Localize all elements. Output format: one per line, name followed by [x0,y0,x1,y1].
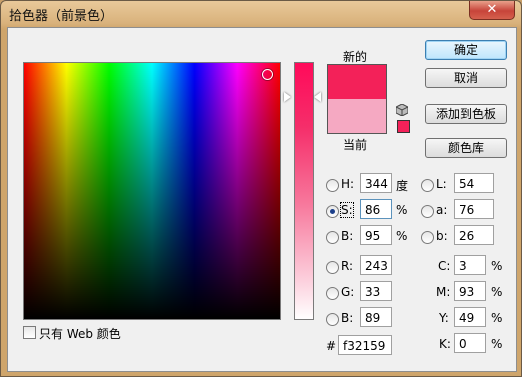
color-libraries-button[interactable]: 颜色库 [425,138,507,158]
red-label: R: [341,259,354,273]
dialog-body: 新的 当前 确定 取消 添加到色板 颜色库 H: 344 度 S: 86 % B… [7,27,517,372]
blue-input[interactable]: 89 [360,307,392,327]
magenta-unit: % [491,285,503,299]
color-field-gradient[interactable] [24,63,280,319]
saturation-input[interactable]: 86 [360,199,392,219]
add-to-swatches-button[interactable]: 添加到色板 [425,104,507,124]
black-unit: % [491,337,503,351]
hue-label: H: [341,177,355,191]
hex-input[interactable]: f32159 [338,335,392,355]
current-color-label: 当前 [343,138,368,152]
lab-b-radio[interactable] [421,231,434,244]
yellow-label: Y: [439,311,449,325]
lab-l-input[interactable]: 54 [454,173,494,193]
hex-label: # [326,339,337,353]
close-button[interactable]: ✕ [469,1,515,20]
color-slider[interactable] [294,62,314,320]
green-input[interactable]: 33 [360,281,392,301]
magenta-input[interactable]: 93 [454,281,486,301]
web-colors-only-label[interactable]: 只有 Web 颜色 [39,325,121,342]
cancel-button[interactable]: 取消 [425,68,507,88]
saturation-radio[interactable] [326,205,339,218]
lab-b-label: b: [436,229,448,243]
brightness-input[interactable]: 95 [360,225,392,245]
black-input[interactable]: 0 [454,333,486,353]
blue-radio[interactable] [326,313,339,326]
hue-unit: 度 [396,179,409,193]
lab-a-input[interactable]: 76 [454,199,494,219]
color-field-cursor[interactable] [262,69,273,80]
saturation-label: S: [340,202,354,218]
brightness-label: B: [341,229,354,243]
cyan-unit: % [491,259,503,273]
hue-input[interactable]: 344 [360,173,392,193]
black-label: K: [439,337,451,351]
green-label: G: [341,285,355,299]
web-colors-only-checkbox[interactable] [23,326,36,339]
red-radio[interactable] [326,261,339,274]
lab-a-radio[interactable] [421,205,434,218]
yellow-input[interactable]: 49 [454,307,486,327]
green-radio[interactable] [326,287,339,300]
magenta-label: M: [436,285,451,299]
blue-label: B: [341,311,354,325]
new-color-swatch [328,65,386,99]
yellow-unit: % [491,311,503,325]
web-safe-color-swatch[interactable] [397,120,410,133]
lab-a-label: a: [436,203,448,217]
slider-left-arrow-icon[interactable] [284,92,291,102]
hue-radio[interactable] [326,179,339,192]
color-picker-window: 拾色器（前景色） ✕ 新的 当前 确定 取消 添加到色板 颜色库 H: 344 [0,0,522,377]
cyan-input[interactable]: 3 [454,255,486,275]
brightness-radio[interactable] [326,231,339,244]
window-title: 拾色器（前景色） [9,9,114,24]
lab-b-input[interactable]: 26 [454,225,494,245]
color-field[interactable] [23,62,281,320]
brightness-unit: % [396,229,408,243]
lab-l-radio[interactable] [421,179,434,192]
slider-right-arrow-icon[interactable] [314,92,321,102]
cyan-label: C: [438,259,451,273]
title-bar: 拾色器（前景色） ✕ [1,1,521,27]
current-color-swatch[interactable] [328,99,386,133]
new-color-label: 新的 [343,50,368,64]
color-preview [327,64,387,134]
out-of-gamut-cube-icon[interactable] [396,104,408,116]
lab-l-label: L: [436,177,447,191]
ok-button[interactable]: 确定 [425,40,507,60]
red-input[interactable]: 243 [360,255,392,275]
saturation-unit: % [396,203,408,217]
